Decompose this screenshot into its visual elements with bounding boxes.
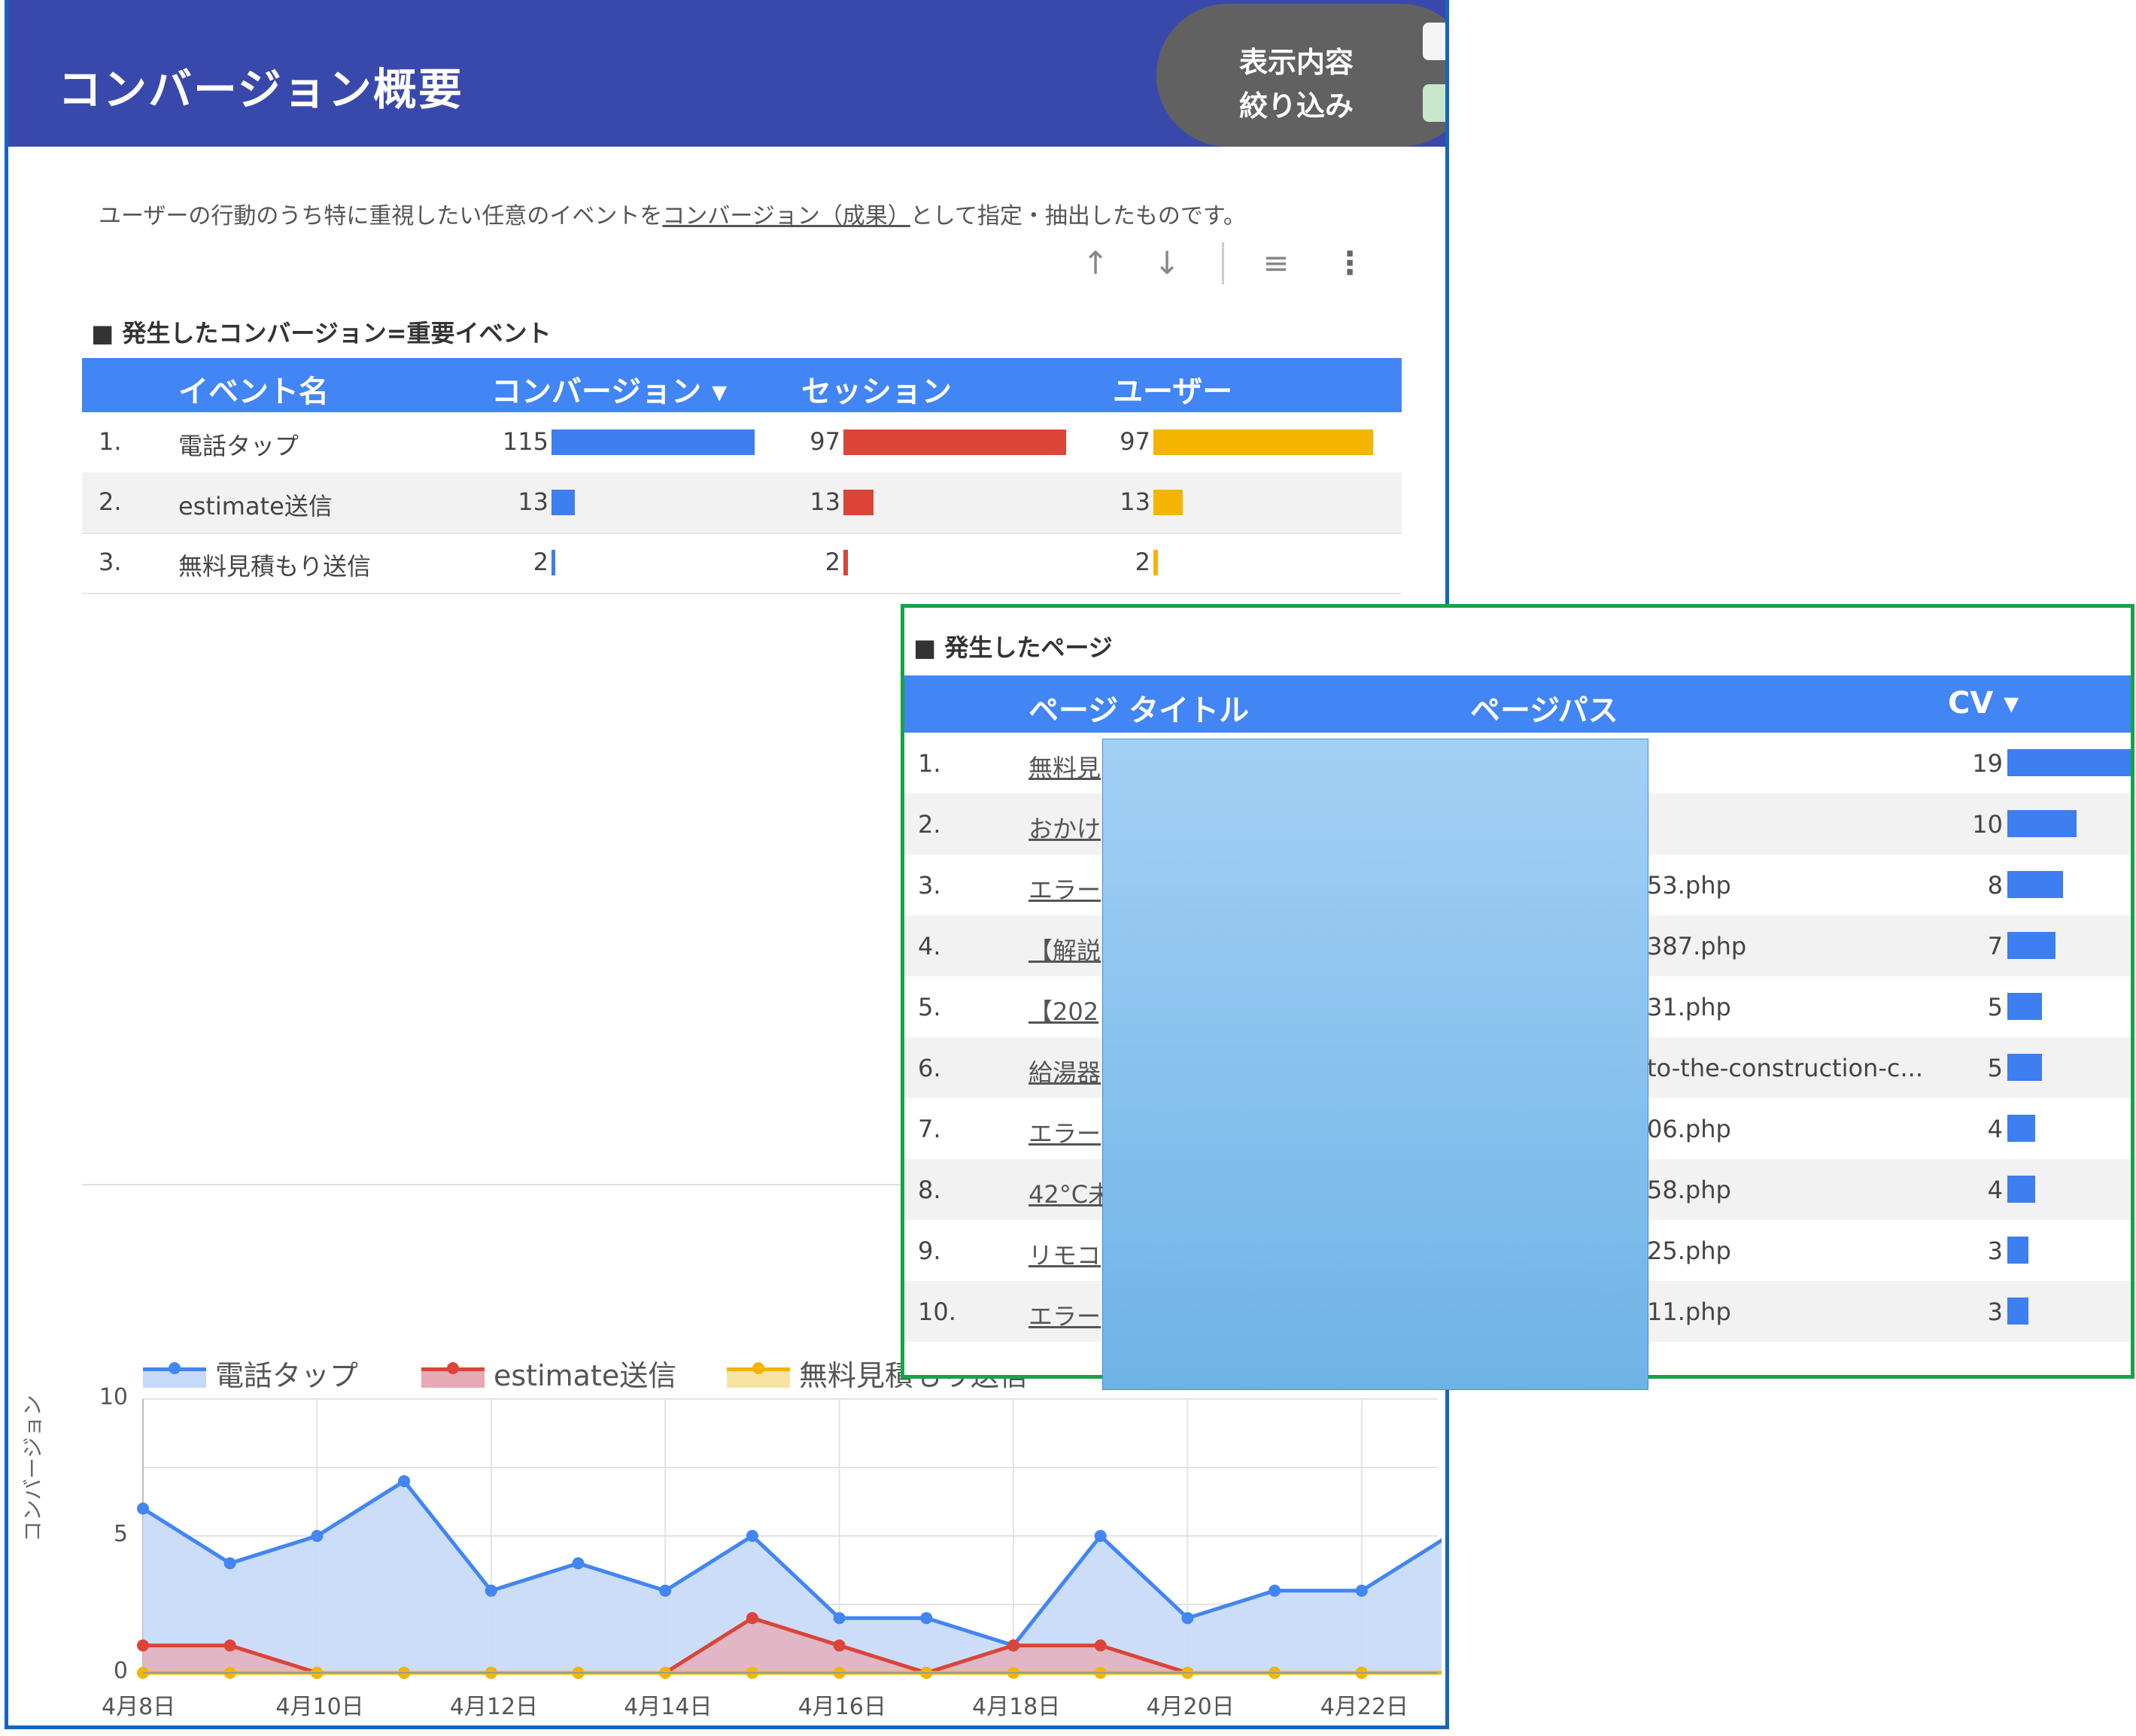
- data-point: [1355, 1584, 1368, 1597]
- x-tick-label: 4月8日: [102, 1694, 176, 1720]
- col-page-path[interactable]: ページパス: [1470, 686, 1618, 730]
- data-point: [746, 1530, 758, 1542]
- page-title-link[interactable]: エラー: [1029, 1115, 1101, 1149]
- legend-item[interactable]: 電話タップ: [143, 1352, 358, 1394]
- data-point: [746, 1612, 758, 1625]
- pages-table-header: ページ タイトル ページパス CV ▾: [904, 675, 2131, 733]
- page-path: 11.php: [1647, 1297, 1731, 1326]
- bar-cv: [2007, 993, 2043, 1020]
- legend-dot: [752, 1362, 764, 1374]
- legend-dot: [169, 1362, 181, 1374]
- redaction-overlay: [1102, 739, 1648, 1390]
- pages-section-title: ■ 発生したページ: [913, 633, 1113, 662]
- page-title-link[interactable]: おかけ: [1029, 810, 1101, 845]
- x-tick-label: 4月14日: [624, 1694, 713, 1720]
- data-point: [1094, 1639, 1107, 1652]
- page-title-link[interactable]: 無料見: [1029, 749, 1101, 784]
- row-rank: 1.: [918, 749, 941, 778]
- page-path: to-the-construction-c...: [1647, 1054, 1923, 1082]
- x-tick-label: 4月20日: [1146, 1694, 1235, 1720]
- y-tick-label: 0: [113, 1658, 128, 1684]
- bar-cv: [2007, 1237, 2028, 1264]
- row-rank: 9.: [918, 1237, 941, 1265]
- data-point: [485, 1584, 497, 1597]
- row-rank: 8.: [918, 1176, 941, 1204]
- value-cv: 3: [1987, 1237, 2003, 1265]
- legend-dot: [447, 1362, 459, 1374]
- value-cv: 8: [1987, 871, 2003, 900]
- value-cv: 4: [1987, 1176, 2003, 1204]
- bar-cv: [2007, 1115, 2035, 1142]
- legend-swatch: [143, 1362, 206, 1388]
- col-page-title[interactable]: ページ タイトル: [1029, 686, 1249, 730]
- row-rank: 2.: [918, 810, 941, 839]
- page-path: 58.php: [1647, 1176, 1731, 1204]
- data-point: [833, 1612, 846, 1625]
- page-title-link[interactable]: 【202: [1029, 993, 1098, 1027]
- bar-cv: [2007, 749, 2131, 776]
- x-tick-label: 4月16日: [798, 1694, 886, 1720]
- col-cv[interactable]: CV ▾: [1948, 686, 2019, 721]
- page-title-link[interactable]: エラー: [1029, 871, 1101, 906]
- data-point: [311, 1530, 324, 1542]
- legend-label: estimate送信: [494, 1359, 677, 1392]
- legend-swatch: [727, 1362, 790, 1388]
- page-path: 387.php: [1647, 932, 1747, 961]
- row-rank: 7.: [918, 1115, 941, 1143]
- bar-cv: [2007, 932, 2056, 959]
- legend-label: 電話タップ: [215, 1359, 359, 1392]
- value-cv: 4: [1987, 1115, 2003, 1143]
- page-path: 25.php: [1647, 1237, 1731, 1265]
- page-title-link[interactable]: リモコ: [1029, 1237, 1101, 1271]
- data-point: [572, 1557, 585, 1570]
- value-cv: 19: [1972, 749, 2003, 778]
- data-point: [223, 1557, 236, 1570]
- row-rank: 4.: [918, 932, 941, 961]
- data-point: [920, 1612, 933, 1625]
- y-tick-label: 10: [99, 1384, 128, 1410]
- data-point: [833, 1639, 846, 1652]
- page-path: 06.php: [1647, 1115, 1731, 1143]
- bar-cv: [2007, 1054, 2043, 1081]
- bar-cv: [2007, 871, 2063, 898]
- x-tick-label: 4月12日: [449, 1694, 539, 1720]
- data-point: [1181, 1612, 1194, 1625]
- row-rank: 3.: [918, 871, 941, 900]
- row-rank: 5.: [918, 993, 941, 1021]
- data-point: [137, 1502, 149, 1515]
- y-axis-label: コンバージョン: [20, 1395, 45, 1542]
- data-point: [398, 1475, 411, 1488]
- value-cv: 3: [1987, 1297, 2003, 1326]
- y-tick-label: 5: [113, 1521, 128, 1547]
- page-title-link[interactable]: 【解説: [1029, 932, 1101, 967]
- page-title-link[interactable]: 42°C未: [1029, 1176, 1112, 1210]
- bar-cv: [2007, 1297, 2028, 1325]
- x-tick-label: 4月18日: [972, 1694, 1061, 1720]
- data-point: [1007, 1639, 1019, 1652]
- value-cv: 5: [1987, 1054, 2003, 1082]
- value-cv: 7: [1987, 932, 2003, 961]
- bar-cv: [2007, 810, 2077, 837]
- value-cv: 10: [1972, 810, 2003, 839]
- page-path: 31.php: [1647, 993, 1731, 1021]
- data-point: [223, 1639, 236, 1652]
- data-point: [659, 1584, 672, 1597]
- page-path: 53.php: [1647, 871, 1731, 900]
- data-point: [137, 1639, 149, 1652]
- page-title-link[interactable]: エラー: [1029, 1297, 1101, 1332]
- x-tick-label: 4月22日: [1320, 1694, 1409, 1720]
- x-tick-label: 4月10日: [275, 1694, 364, 1720]
- bar-cv: [2007, 1176, 2035, 1203]
- value-cv: 5: [1987, 993, 2003, 1021]
- legend-swatch: [421, 1362, 485, 1388]
- row-rank: 6.: [918, 1054, 941, 1082]
- data-point: [1269, 1584, 1281, 1597]
- page-title-link[interactable]: 給湯器: [1029, 1054, 1101, 1088]
- data-point: [1094, 1530, 1107, 1542]
- row-rank: 10.: [918, 1297, 956, 1326]
- legend-item[interactable]: estimate送信: [421, 1352, 676, 1394]
